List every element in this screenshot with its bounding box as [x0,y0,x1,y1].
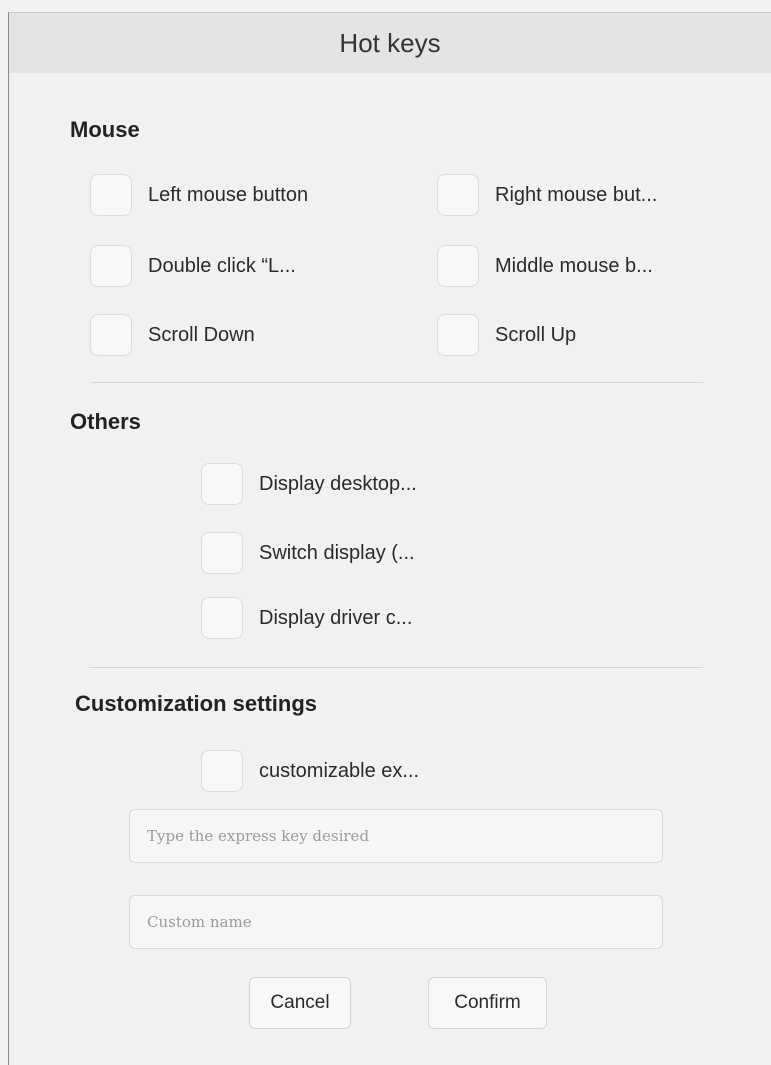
option-label: Right mouse but... [495,183,658,206]
dialog-title-bar: Hot keys [9,13,771,73]
customizable-express-key-checkbox[interactable] [201,750,243,792]
left-mouse-button-checkbox[interactable] [90,174,132,216]
mouse-section-heading: Mouse [70,117,140,142]
option-scroll-up[interactable]: Scroll Up [437,313,576,357]
option-label: Display desktop... [259,472,417,495]
option-scroll-down[interactable]: Scroll Down [90,313,255,357]
option-customizable-express-key[interactable]: customizable ex... [201,749,419,793]
option-right-mouse-button[interactable]: Right mouse but... [437,173,657,217]
right-mouse-button-checkbox[interactable] [437,174,479,216]
custom-name-input[interactable] [129,895,663,949]
option-double-click[interactable]: Double click “L... [90,244,296,288]
middle-mouse-button-checkbox[interactable] [437,245,479,287]
display-desktop-checkbox[interactable] [201,463,243,505]
section-divider [91,382,703,383]
cancel-button[interactable]: Cancel [249,977,351,1029]
others-section-heading: Others [70,409,141,434]
option-label: Middle mouse b... [495,254,653,277]
switch-display-checkbox[interactable] [201,532,243,574]
option-left-mouse-button[interactable]: Left mouse button [90,173,308,217]
option-label: Scroll Up [495,323,577,346]
hot-keys-dialog: Hot keys Mouse Left mouse button Right m… [8,12,771,1065]
option-label: Left mouse button [148,183,309,206]
section-divider [89,667,703,668]
option-label: Double click “L... [148,254,296,277]
dialog-title: Hot keys [339,27,441,58]
option-switch-display[interactable]: Switch display (... [201,531,415,575]
option-label: customizable ex... [259,759,420,782]
double-click-checkbox[interactable] [90,245,132,287]
option-label: Display driver c... [259,606,413,629]
option-display-driver[interactable]: Display driver c... [201,596,412,640]
option-label: Switch display (... [259,541,415,564]
customization-section-heading: Customization settings [75,691,318,716]
display-driver-checkbox[interactable] [201,597,243,639]
scroll-up-checkbox[interactable] [437,314,479,356]
option-display-desktop[interactable]: Display desktop... [201,462,417,506]
express-key-input[interactable] [129,809,663,863]
option-label: Scroll Down [148,323,255,346]
option-middle-mouse-button[interactable]: Middle mouse b... [437,244,653,288]
scroll-down-checkbox[interactable] [90,314,132,356]
confirm-button[interactable]: Confirm [428,977,547,1029]
